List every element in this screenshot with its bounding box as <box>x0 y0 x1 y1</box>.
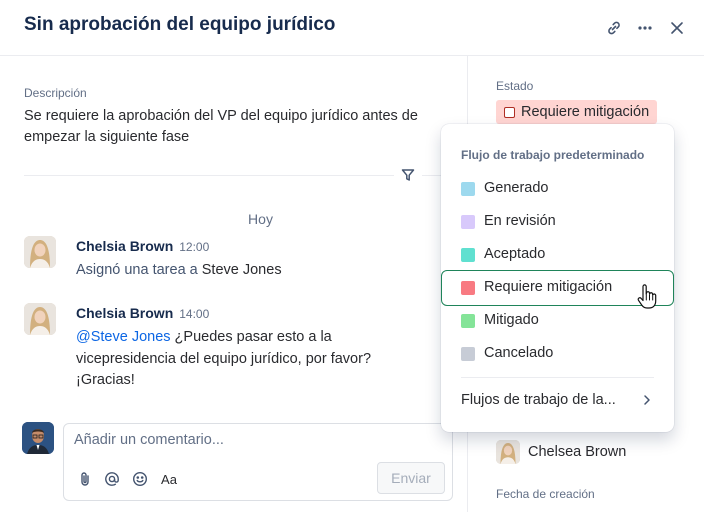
message-author: Chelsia Brown 12:00 <box>76 238 210 254</box>
send-button[interactable]: Enviar <box>377 462 445 494</box>
status-option-label: En revisión <box>484 213 556 229</box>
status-color-swatch <box>461 281 475 295</box>
status-option-label: Aceptado <box>484 246 546 262</box>
avatar <box>496 440 520 464</box>
more-workflows-label: Flujos de trabajo de la... <box>461 392 616 408</box>
status-option-label: Cancelado <box>484 345 554 361</box>
description-text: Se requiere la aprobación del VP del equ… <box>24 108 418 145</box>
link-icon[interactable] <box>603 17 625 39</box>
dropdown-heading: Flujo de trabajo predeterminado <box>461 148 645 162</box>
comment-composer: Aa Enviar <box>63 423 453 501</box>
status-option-en-revision[interactable]: En revisión <box>441 206 674 238</box>
status-option-label: Mitigado <box>484 312 539 328</box>
mention-link[interactable]: @Steve Jones <box>76 329 171 345</box>
message-body: Asignó una tarea a Steve Jones <box>76 262 282 278</box>
avatar <box>24 236 56 268</box>
status-option-generado[interactable]: Generado <box>441 173 674 205</box>
chevron-right-icon <box>640 393 654 407</box>
emoji-icon[interactable] <box>129 468 151 490</box>
message-time: 14:00 <box>179 307 210 321</box>
status-option-label: Requiere mitigación <box>484 279 613 295</box>
more-workflows-item[interactable]: Flujos de trabajo de la... <box>441 386 674 416</box>
page-title: Sin aprobación del equipo jurídico <box>24 14 336 35</box>
status-color-swatch <box>461 314 475 328</box>
status-color-swatch <box>461 182 475 196</box>
panel-header: Sin aprobación del equipo jurídico <box>0 0 704 56</box>
mention-icon[interactable] <box>101 468 123 490</box>
status-color-swatch <box>461 215 475 229</box>
activity-divider <box>24 175 394 176</box>
status-dropdown: Flujo de trabajo predeterminado Generado… <box>441 124 674 432</box>
created-date-label: Fecha de creación <box>496 487 595 501</box>
attachment-icon[interactable] <box>74 468 96 490</box>
message-body: @Steve Jones ¿Puedes pasar esto a la vic… <box>76 329 372 388</box>
close-icon[interactable] <box>666 17 688 39</box>
filter-icon[interactable] <box>399 166 417 184</box>
avatar <box>24 303 56 335</box>
message-time: 12:00 <box>179 240 210 254</box>
status-badge[interactable]: Requiere mitigación <box>496 100 658 124</box>
status-label: Estado <box>496 79 534 93</box>
status-option-aceptado[interactable]: Aceptado <box>441 239 674 271</box>
message-author: Chelsia Brown 14:00 <box>76 305 210 321</box>
dropdown-divider <box>461 377 654 378</box>
description-label: Descripción <box>24 86 87 100</box>
assignee-field[interactable]: Chelsea Brown <box>496 440 626 464</box>
status-option-cancelado[interactable]: Cancelado <box>441 338 674 370</box>
comment-input[interactable] <box>74 430 374 450</box>
status-color-swatch <box>461 347 475 361</box>
status-value: Requiere mitigación <box>521 104 650 120</box>
text-format-icon[interactable]: Aa <box>156 468 182 490</box>
hand-cursor-icon <box>636 284 660 310</box>
status-square-icon <box>504 106 515 118</box>
status-option-label: Generado <box>484 180 549 196</box>
assignee-name: Chelsea Brown <box>528 444 627 460</box>
more-icon[interactable] <box>634 17 656 39</box>
status-color-swatch <box>461 248 475 262</box>
assignee-name: Steve Jones <box>201 262 282 278</box>
current-user-avatar <box>22 422 54 454</box>
